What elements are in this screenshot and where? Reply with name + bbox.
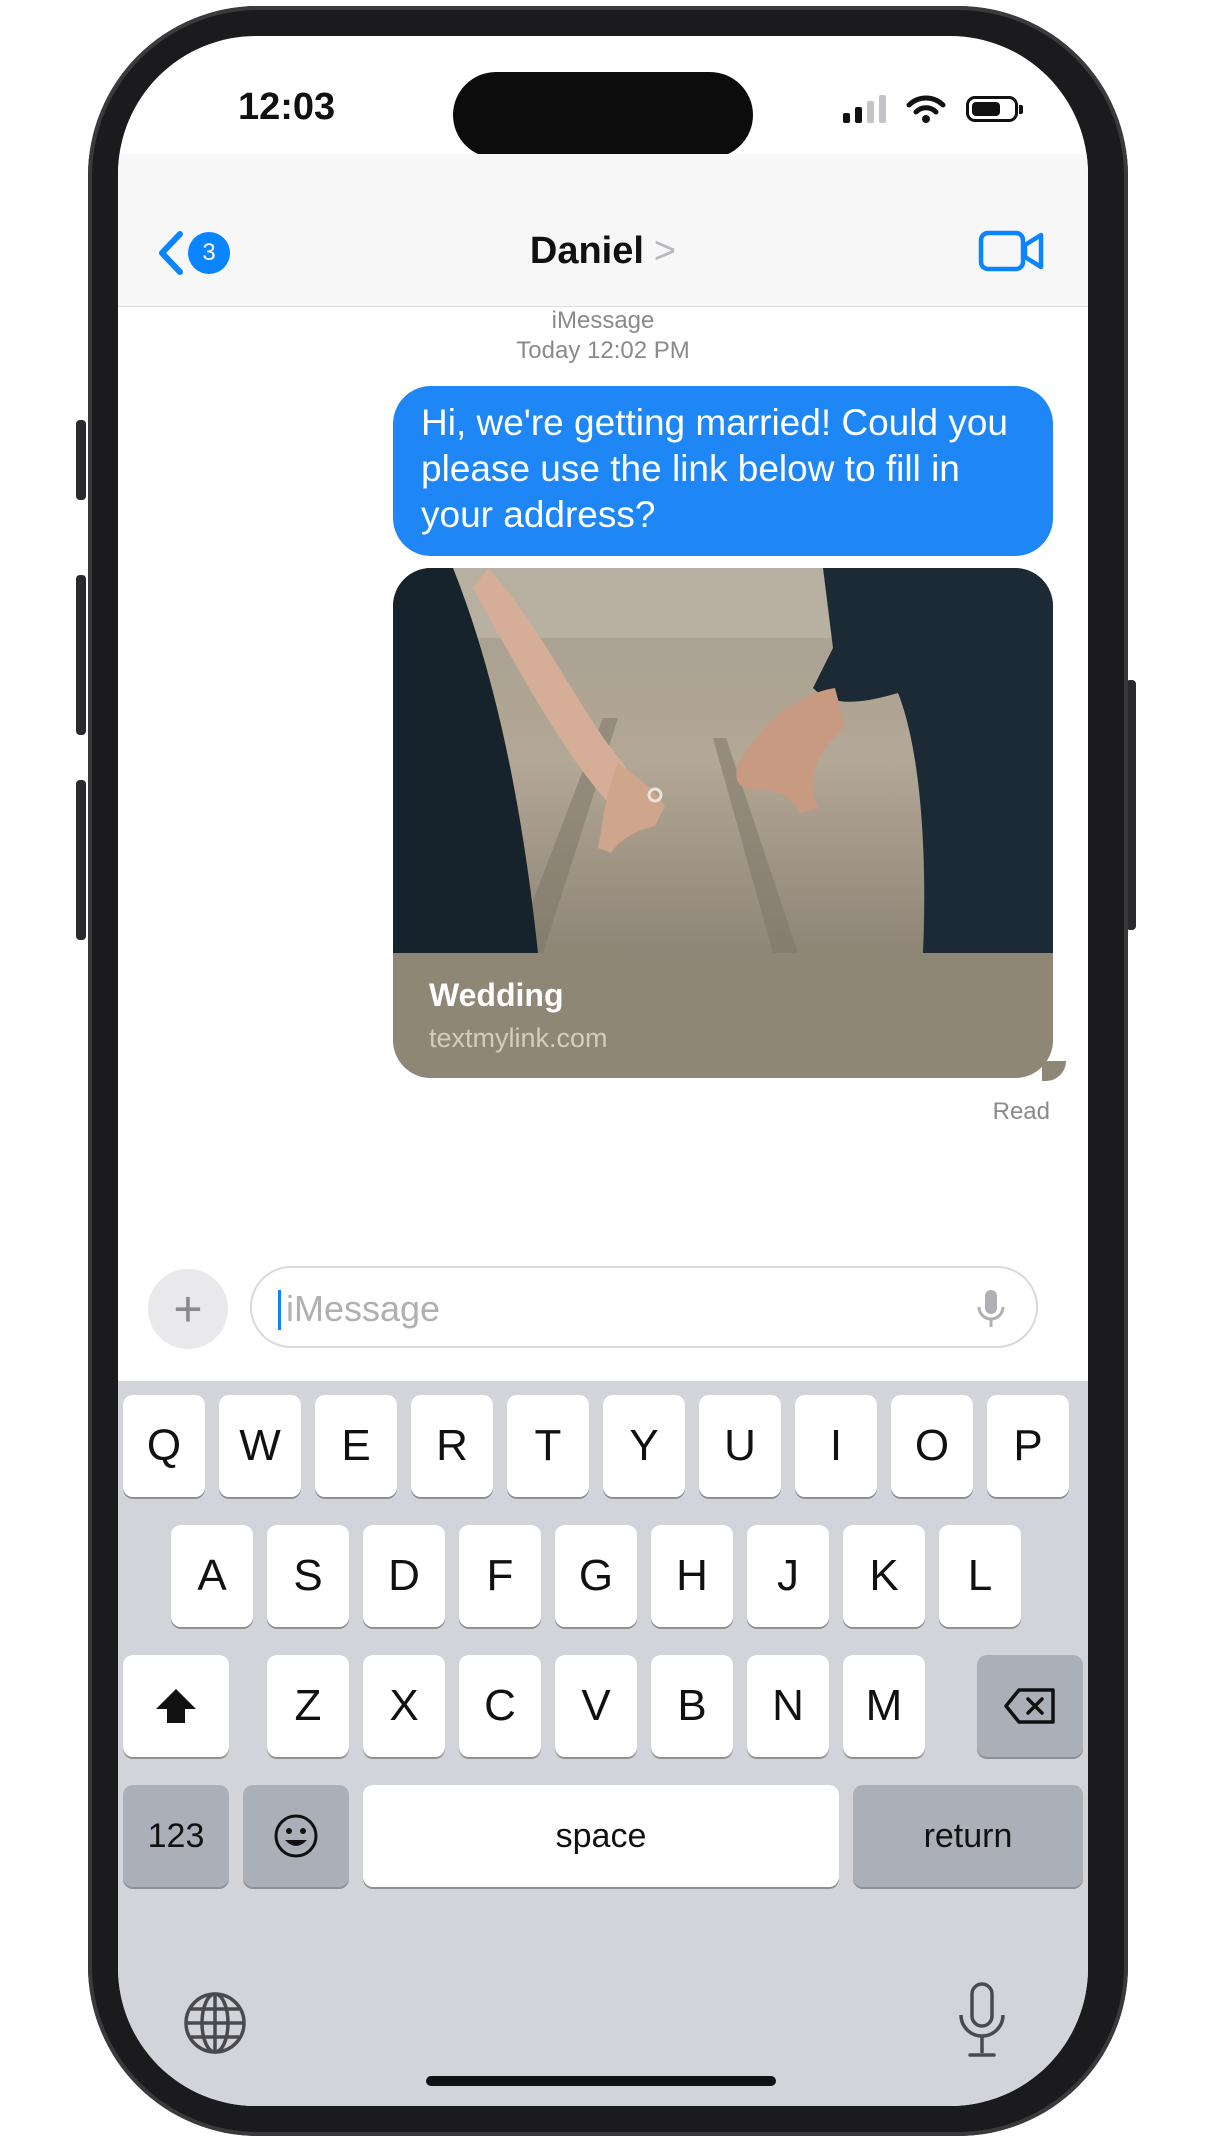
video-call-button[interactable] <box>978 230 1044 277</box>
delete-key[interactable] <box>977 1655 1083 1757</box>
key-s[interactable]: S <box>267 1525 349 1627</box>
numbers-key[interactable]: 123 <box>123 1785 229 1887</box>
key-r[interactable]: R <box>411 1395 493 1497</box>
outgoing-message-bubble[interactable]: Hi, we're getting married! Could you ple… <box>393 386 1053 556</box>
key-e[interactable]: E <box>315 1395 397 1497</box>
key-j[interactable]: J <box>747 1525 829 1627</box>
dictation-mic-icon[interactable] <box>956 1981 1008 2061</box>
shift-icon <box>156 1689 196 1723</box>
contact-name: Daniel <box>529 230 644 272</box>
key-p[interactable]: P <box>987 1395 1069 1497</box>
apps-plus-button[interactable]: + <box>148 1269 228 1349</box>
key-o[interactable]: O <box>891 1395 973 1497</box>
key-b[interactable]: B <box>651 1655 733 1757</box>
status-icons <box>843 94 1023 124</box>
shift-key[interactable] <box>123 1655 229 1757</box>
key-x[interactable]: X <box>363 1655 445 1757</box>
text-caret <box>278 1290 281 1330</box>
globe-icon[interactable] <box>182 1990 248 2056</box>
dynamic-island <box>453 72 753 158</box>
video-call-icon <box>978 230 1044 272</box>
key-i[interactable]: I <box>795 1395 877 1497</box>
keyboard-row-2: A S D F G H J K L <box>118 1525 1088 1627</box>
key-t[interactable]: T <box>507 1395 589 1497</box>
key-v[interactable]: V <box>555 1655 637 1757</box>
link-preview-image <box>393 568 1053 953</box>
conversation-header: 3 Daniel > <box>118 154 1088 307</box>
microphone-icon[interactable] <box>976 1288 1006 1330</box>
space-key[interactable]: space <box>363 1785 839 1887</box>
key-w[interactable]: W <box>219 1395 301 1497</box>
volume-up-button <box>76 575 86 735</box>
status-time: 12:03 <box>238 86 336 128</box>
keyboard-row-4: 123 space return <box>118 1785 1088 1887</box>
action-button <box>76 420 86 500</box>
contact-chevron: > <box>653 230 677 272</box>
delete-icon <box>1004 1688 1055 1724</box>
volume-down-button <box>76 780 86 940</box>
link-preview-title: Wedding <box>429 977 564 1013</box>
signal-icon <box>843 95 886 123</box>
home-indicator <box>426 2076 776 2086</box>
key-q[interactable]: Q <box>123 1395 205 1497</box>
key-l[interactable]: L <box>939 1525 1021 1627</box>
message-input[interactable]: iMessage <box>250 1266 1038 1348</box>
key-z[interactable]: Z <box>267 1655 349 1757</box>
keyboard: Q W E R T Y U I O P A S D F G H J K L Z … <box>118 1381 1088 2106</box>
key-u[interactable]: U <box>699 1395 781 1497</box>
key-g[interactable]: G <box>555 1525 637 1627</box>
key-n[interactable]: N <box>747 1655 829 1757</box>
link-preview-footer: Wedding textmylink.com <box>393 953 1053 1078</box>
emoji-icon <box>274 1814 318 1858</box>
key-k[interactable]: K <box>843 1525 925 1627</box>
bubble-tail <box>1042 1061 1066 1081</box>
message-input-placeholder: iMessage <box>286 1288 441 1329</box>
key-f[interactable]: F <box>459 1525 541 1627</box>
battery-icon <box>966 96 1023 122</box>
link-preview-domain: textmylink.com <box>429 1023 608 1053</box>
wifi-icon <box>906 95 946 123</box>
message-service-label: iMessage Today 12:02 PM <box>118 306 1088 366</box>
read-receipt: Read <box>992 1098 1050 1125</box>
keyboard-row-1: Q W E R T Y U I O P <box>118 1395 1088 1497</box>
service-name: iMessage <box>551 307 655 334</box>
key-a[interactable]: A <box>171 1525 253 1627</box>
return-key[interactable]: return <box>853 1785 1083 1887</box>
emoji-key[interactable] <box>243 1785 349 1887</box>
phone-screen: 12:03 3 Daniel > iMessage Today 12:02 PM… <box>118 36 1088 2106</box>
key-y[interactable]: Y <box>603 1395 685 1497</box>
message-timestamp: Today 12:02 PM <box>516 337 690 364</box>
contact-name-button[interactable]: Daniel > <box>118 230 1088 273</box>
key-m[interactable]: M <box>843 1655 925 1757</box>
key-h[interactable]: H <box>651 1525 733 1627</box>
key-d[interactable]: D <box>363 1525 445 1627</box>
key-c[interactable]: C <box>459 1655 541 1757</box>
keyboard-row-3: Z X C V B N M <box>118 1655 1088 1757</box>
link-preview-card[interactable]: Wedding textmylink.com <box>393 568 1053 1078</box>
